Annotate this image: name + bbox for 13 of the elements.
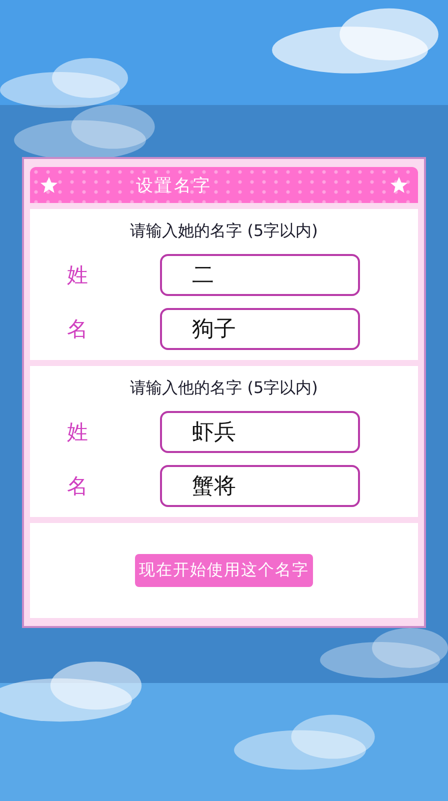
dialog-title: 设置名字	[136, 174, 213, 196]
star-icon	[390, 176, 408, 194]
field-label: 名	[66, 316, 89, 343]
field-label: 姓	[66, 419, 89, 446]
name-field[interactable]: 虾兵	[160, 411, 360, 453]
name-field[interactable]: 狗子	[160, 308, 360, 350]
name-field[interactable]: 二	[160, 254, 360, 296]
name-field[interactable]: 蟹将	[160, 465, 360, 507]
prompt-text: 请输入她的名字 (5字以内)	[130, 221, 318, 242]
field-label: 姓	[66, 262, 89, 289]
star-icon	[40, 176, 58, 194]
prompt-text: 请输入他的名字 (5字以内)	[130, 378, 318, 399]
field-label: 名	[66, 473, 89, 500]
